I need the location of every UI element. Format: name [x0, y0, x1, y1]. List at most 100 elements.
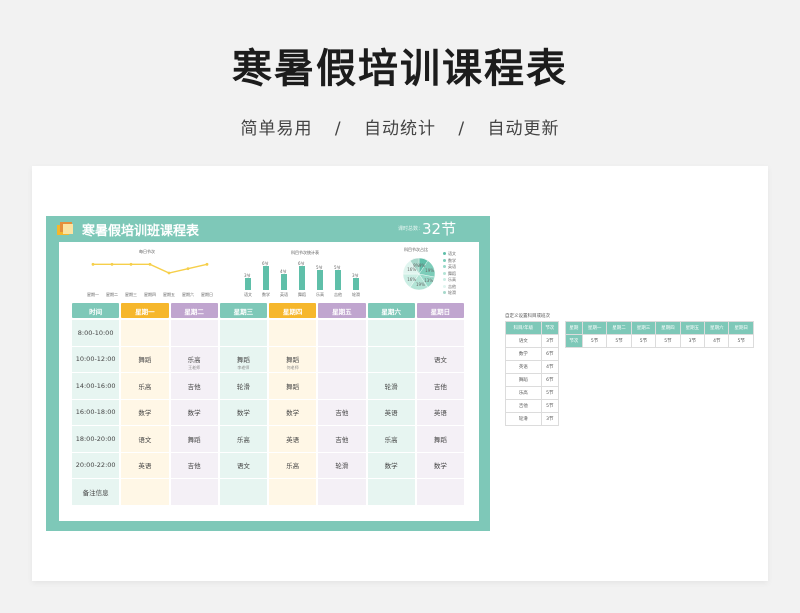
subject-settings-table: 科目/年级 节次 语文 3节 数学 6节 英语 4节 舞蹈 6节 乐高 5节 吉他 5节 轮滑 3节 [505, 321, 560, 426]
header-day: 星期二 [170, 303, 218, 318]
bar-x-tick: 吉他 [334, 292, 342, 297]
subject-name-cell[interactable]: 英语 [505, 360, 542, 374]
class-cell[interactable]: 吉他 [318, 399, 366, 425]
day-count-cell: 5节 [655, 334, 681, 348]
class-cell[interactable]: 轮滑 [318, 452, 366, 478]
class-cell[interactable] [367, 320, 415, 346]
class-cell[interactable]: 轮滑 [367, 373, 415, 399]
class-cell[interactable]: 语文 [416, 346, 464, 372]
schedule-row: 18:00-20:00 语文 舞蹈 乐高 英语 吉他 乐高 舞蹈 [71, 426, 465, 452]
schedule-row: 备注信息 [71, 479, 465, 505]
subject-name-cell[interactable]: 数学 [505, 347, 542, 361]
class-cell[interactable]: 乐高 [269, 452, 317, 478]
bar-x-tick: 英语 [280, 292, 288, 297]
class-cell[interactable]: 舞蹈 李老师 [219, 346, 267, 372]
time-slot-cell: 8:00-10:00 [72, 320, 120, 346]
header-day: 星期四 [269, 303, 317, 318]
subject-name-cell[interactable]: 轮滑 [505, 412, 542, 426]
class-cell[interactable] [269, 479, 317, 505]
class-cell[interactable]: 数学 [367, 452, 415, 478]
class-cell[interactable] [121, 320, 169, 346]
class-cell[interactable] [318, 479, 366, 505]
subject-table-header-cell: 科目/年级 [505, 321, 542, 335]
bar-value-label: 3节 [352, 273, 359, 278]
time-slot-cell: 备注信息 [72, 479, 120, 505]
class-cell[interactable] [367, 346, 415, 372]
subject-name-cell[interactable]: 语文 [505, 334, 542, 348]
subject-name-cell[interactable]: 乐高 [505, 386, 542, 400]
teacher-label: 李老师 [237, 365, 250, 370]
subject-label: 吉他 [335, 435, 349, 444]
class-cell[interactable] [416, 320, 464, 346]
class-cell[interactable] [170, 320, 218, 346]
class-cell[interactable]: 数学 [121, 399, 169, 425]
line-point [91, 262, 95, 266]
class-cell[interactable] [318, 373, 366, 399]
class-cell[interactable]: 英语 [269, 426, 317, 452]
subject-label: 语文 [138, 435, 152, 444]
sheet-title: 寒暑假培训班课程表 [82, 224, 200, 239]
legend-swatch [443, 252, 446, 255]
class-cell[interactable]: 舞蹈 何老师 [269, 346, 317, 372]
bar-value-label: 5节 [316, 265, 323, 270]
class-cell[interactable]: 英语 [416, 399, 464, 425]
time-slot-cell: 14:00-16:00 [72, 373, 120, 399]
class-cell[interactable]: 乐高 王老师 [170, 346, 218, 372]
class-cell[interactable]: 舞蹈 [121, 346, 169, 372]
bar-value-label: 4节 [280, 269, 287, 274]
subject-table-row: 轮滑 3节 [505, 412, 560, 426]
class-cell[interactable]: 吉他 [416, 373, 464, 399]
pie-slice-label: 19% [425, 268, 435, 274]
class-cell[interactable]: 舞蹈 [170, 426, 218, 452]
class-cell[interactable]: 数学 [219, 399, 267, 425]
subject-label: 乐高 [384, 435, 398, 444]
bar [317, 270, 323, 290]
bar-x-tick: 乐高 [316, 292, 324, 297]
class-cell[interactable]: 吉他 [170, 373, 218, 399]
class-cell[interactable]: 舞蹈 [269, 373, 317, 399]
class-cell[interactable]: 乐高 [121, 373, 169, 399]
subject-count-cell: 3节 [540, 334, 560, 348]
class-cell[interactable]: 数学 [269, 399, 317, 425]
class-cell[interactable]: 轮滑 [219, 373, 267, 399]
class-cell[interactable]: 数学 [170, 399, 218, 425]
pie-legend-item: 舞蹈 [443, 271, 456, 277]
bar [335, 270, 341, 290]
pie-legend: 语文 数学 英语 舞蹈 乐高 吉他 轮滑 [443, 251, 477, 299]
bar-value-label: 5节 [334, 265, 341, 270]
day-table-row: 节次 5节 5节 5节 5节 3节 4节 5节 [565, 334, 754, 348]
subject-name-cell[interactable]: 吉他 [505, 399, 542, 413]
class-cell[interactable] [318, 320, 366, 346]
class-cell[interactable] [269, 320, 317, 346]
class-cell[interactable]: 舞蹈 [416, 426, 464, 452]
header-day: 星期三 [219, 303, 267, 318]
pie-legend-item: 英语 [443, 264, 456, 270]
class-cell[interactable]: 语文 [219, 452, 267, 478]
subject-label: 乐高 [286, 462, 300, 471]
class-cell[interactable] [318, 346, 366, 372]
class-cell[interactable]: 吉他 [170, 452, 218, 478]
class-cell[interactable] [219, 479, 267, 505]
subject-name-cell[interactable]: 舞蹈 [505, 373, 542, 387]
class-cell[interactable]: 数学 [416, 452, 464, 478]
class-cell[interactable]: 英语 [367, 399, 415, 425]
class-cell[interactable]: 语文 [121, 426, 169, 452]
class-cell[interactable]: 乐高 [219, 426, 267, 452]
class-cell[interactable]: 乐高 [367, 426, 415, 452]
class-cell[interactable] [170, 479, 218, 505]
pie-slice-label: 16% [407, 267, 417, 273]
class-cell[interactable] [367, 479, 415, 505]
day-count-cell: 5节 [630, 334, 657, 348]
subject-label: 吉他 [433, 382, 447, 391]
class-cell[interactable]: 吉他 [318, 426, 366, 452]
class-cell[interactable] [121, 479, 169, 505]
pie-slice-label: 9% [413, 262, 420, 268]
legend-label: 英语 [448, 264, 456, 269]
class-cell[interactable] [219, 320, 267, 346]
bar [263, 266, 269, 290]
subject-label: 舞蹈 [433, 435, 447, 444]
subject-label: 吉他 [187, 462, 201, 471]
class-cell[interactable]: 英语 [121, 452, 169, 478]
day-count-cell: 5节 [606, 334, 632, 348]
class-cell[interactable] [416, 479, 464, 505]
